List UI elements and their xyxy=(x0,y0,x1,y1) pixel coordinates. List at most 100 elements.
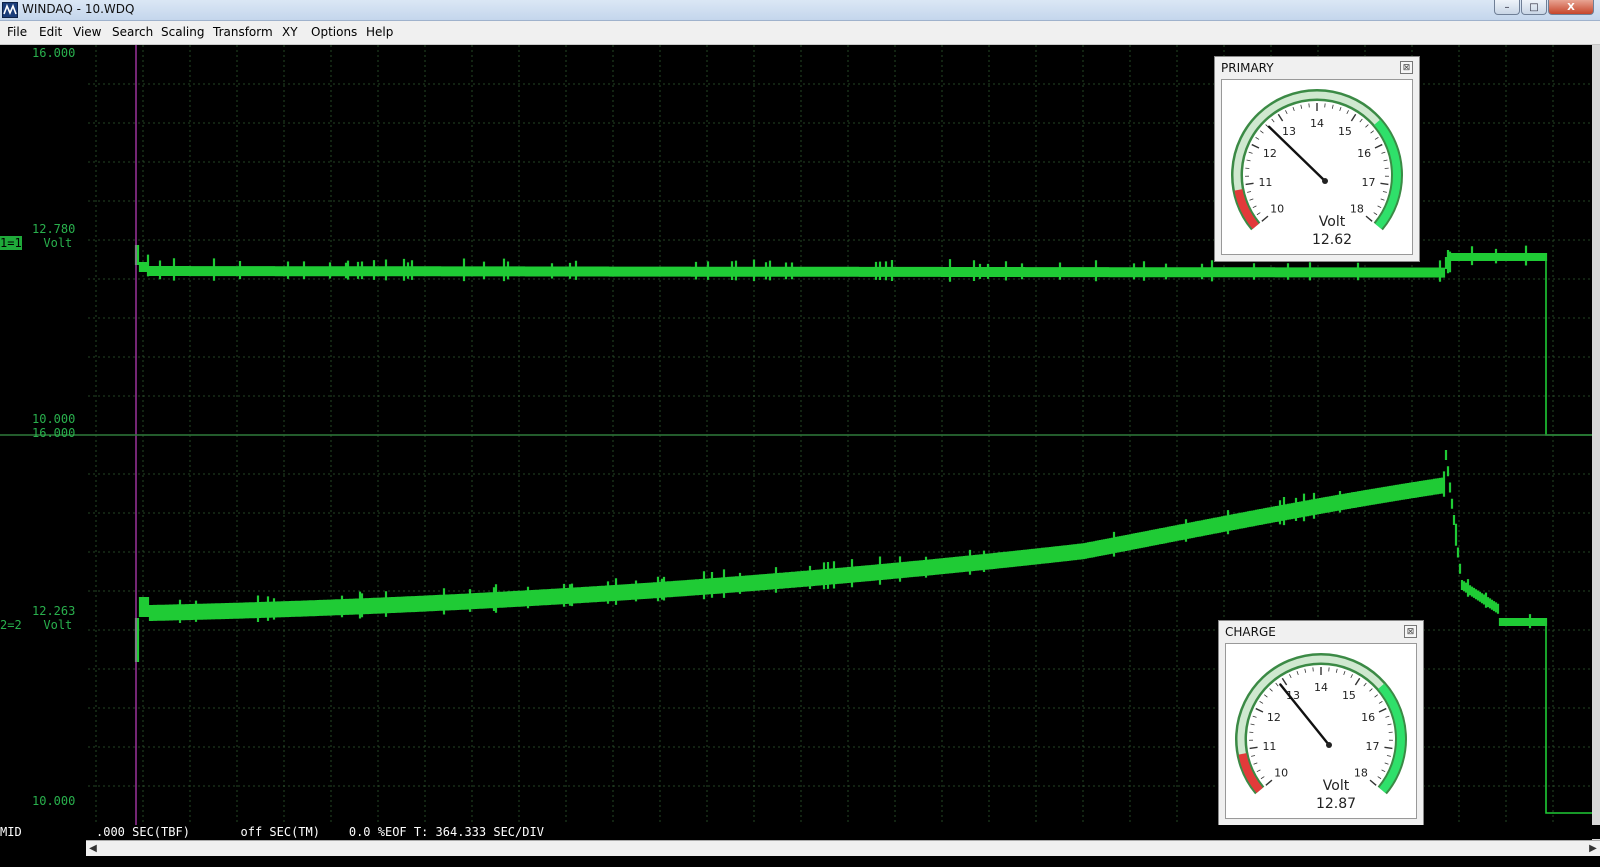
gauge-tick xyxy=(1360,119,1363,122)
gauge-tick xyxy=(1262,216,1268,221)
gauge-hub xyxy=(1326,742,1332,748)
gauge-tick xyxy=(1250,747,1258,748)
gauge-tick xyxy=(1246,183,1254,184)
gauge-tick xyxy=(1366,216,1372,221)
menu-help[interactable]: Help xyxy=(366,25,393,39)
maximize-button[interactable]: □ xyxy=(1521,0,1547,15)
gauge-tick xyxy=(1380,183,1388,184)
gauge-tick xyxy=(1272,119,1275,122)
horizontal-scrollbar[interactable]: ◀ ▶ xyxy=(0,840,1600,856)
ch2-top-scale: 16.000 xyxy=(32,427,75,439)
gauge-tick xyxy=(1301,105,1302,109)
menu-transform[interactable]: Transform xyxy=(213,25,273,39)
window-right-border xyxy=(1592,45,1600,840)
meter-window-primary[interactable]: PRIMARY ⊠ 101112131415161718 Volt 12.62 xyxy=(1214,56,1420,262)
scroll-left-arrow-icon[interactable]: ◀ xyxy=(86,841,100,856)
gauge-dial: 101112131415161718 Volt 12.87 xyxy=(1226,644,1416,818)
gauge-low-zone xyxy=(1238,190,1255,227)
gauge-unit: Volt xyxy=(1319,214,1346,230)
gauge-tick-label: 14 xyxy=(1310,117,1324,130)
gauge-tick xyxy=(1266,780,1272,785)
gauge-tick xyxy=(1289,674,1291,678)
gauge-tick xyxy=(1257,213,1260,215)
gauge-face: 101112131415161718 Volt 12.62 xyxy=(1221,79,1413,255)
gauge-tick-label: 18 xyxy=(1350,202,1364,215)
gauge-value: 12.87 xyxy=(1316,796,1356,812)
gauge-unit: Volt xyxy=(1323,778,1350,794)
gauge-tick xyxy=(1251,755,1255,756)
ch2-id: 2=2 xyxy=(0,618,22,632)
ch2-bottom-scale: 10.000 xyxy=(32,795,75,807)
gauge-tick-label: 15 xyxy=(1338,125,1352,138)
scroll-right-arrow-icon[interactable]: ▶ xyxy=(1586,841,1600,856)
gauge-tick xyxy=(1253,716,1257,717)
menu-file[interactable]: File xyxy=(7,25,27,39)
ch2-tag[interactable]: 2=2 Volt xyxy=(0,619,72,631)
gauge-tick xyxy=(1378,777,1381,779)
meter-title: PRIMARY xyxy=(1221,61,1274,75)
gauge-tick-label: 16 xyxy=(1357,147,1371,160)
gauge-tick xyxy=(1305,669,1306,673)
gauge-tick xyxy=(1252,145,1259,148)
gauge-tick-label: 12 xyxy=(1267,711,1281,724)
meter-close-button[interactable]: ⊠ xyxy=(1404,625,1417,638)
gauge-tick xyxy=(1344,671,1345,675)
gauge-tick xyxy=(1256,709,1263,712)
gauge-tick xyxy=(1278,114,1282,121)
gauge-tick-label: 12 xyxy=(1263,147,1277,160)
menu-view[interactable]: View xyxy=(73,25,101,39)
gauge-tick xyxy=(1257,770,1261,772)
gauge-graphics: 101112131415161718 xyxy=(1237,95,1397,226)
gauge-tick xyxy=(1282,678,1286,685)
menu-scaling[interactable]: Scaling xyxy=(161,25,204,39)
status-line: MID .000 SEC(TBF) off SEC(TM) 0.0 %EOF T… xyxy=(0,825,1600,839)
gauge-tick xyxy=(1366,125,1369,128)
gauge-tick xyxy=(1385,716,1389,717)
gauge-tick xyxy=(1250,199,1254,200)
windaq-app-icon[interactable] xyxy=(2,2,18,18)
menu-xy[interactable]: XY xyxy=(282,25,298,39)
ch1-mid-scale: 12.780 xyxy=(32,223,75,235)
gauge-tick xyxy=(1247,191,1251,192)
gauge-tick xyxy=(1384,160,1388,161)
gauge-tick xyxy=(1293,107,1294,111)
scrollbar-track[interactable]: ◀ ▶ xyxy=(86,840,1600,856)
gauge-ring-inner xyxy=(1241,659,1401,790)
gauge-needle xyxy=(1269,127,1325,181)
gauge-tick-label: 15 xyxy=(1342,689,1356,702)
gauge-tick xyxy=(1383,191,1387,192)
ch2-unit: Volt xyxy=(43,618,72,632)
meter-close-button[interactable]: ⊠ xyxy=(1400,61,1413,74)
gauge-tick xyxy=(1378,206,1382,208)
close-button[interactable]: X xyxy=(1548,0,1594,15)
gauge-tick xyxy=(1382,770,1386,772)
gauge-tick xyxy=(1387,755,1391,756)
menu-edit[interactable]: Edit xyxy=(39,25,62,39)
gauge-tick-label: 17 xyxy=(1366,740,1380,753)
gauge-tick xyxy=(1264,695,1267,697)
gauge-hub xyxy=(1322,178,1328,184)
menu-options[interactable]: Options xyxy=(311,25,357,39)
gauge-tick xyxy=(1260,131,1263,133)
window-title: WINDAQ - 10.WDQ xyxy=(22,2,134,16)
gauge-tick xyxy=(1371,131,1374,133)
meter-window-charge[interactable]: CHARGE ⊠ 101112131415161718 Volt 12.87 xyxy=(1218,620,1424,826)
gauge-tick xyxy=(1385,763,1389,764)
ch1-tag[interactable]: 1=1 Volt xyxy=(0,237,72,249)
menu-search[interactable]: Search xyxy=(112,25,153,39)
gauge-tick xyxy=(1364,683,1367,686)
ch1-bottom-scale: 10.000 xyxy=(32,413,75,425)
gauge-tick xyxy=(1351,114,1355,121)
gauge-tick xyxy=(1347,110,1349,114)
gauge-tick xyxy=(1270,689,1273,692)
gauge-value: 12.62 xyxy=(1312,232,1352,248)
gauge-tick-label: 11 xyxy=(1262,740,1276,753)
gauge-tick xyxy=(1388,724,1392,725)
ch2-mid-scale: 12.263 xyxy=(32,605,75,617)
gauge-tick xyxy=(1375,145,1382,148)
minimize-button[interactable]: – xyxy=(1494,0,1520,15)
gauge-tick xyxy=(1381,152,1385,153)
gauge-tick-label: 13 xyxy=(1282,125,1296,138)
ch1-top-scale: 16.000 xyxy=(32,47,75,59)
gauge-tick-label: 11 xyxy=(1258,176,1272,189)
